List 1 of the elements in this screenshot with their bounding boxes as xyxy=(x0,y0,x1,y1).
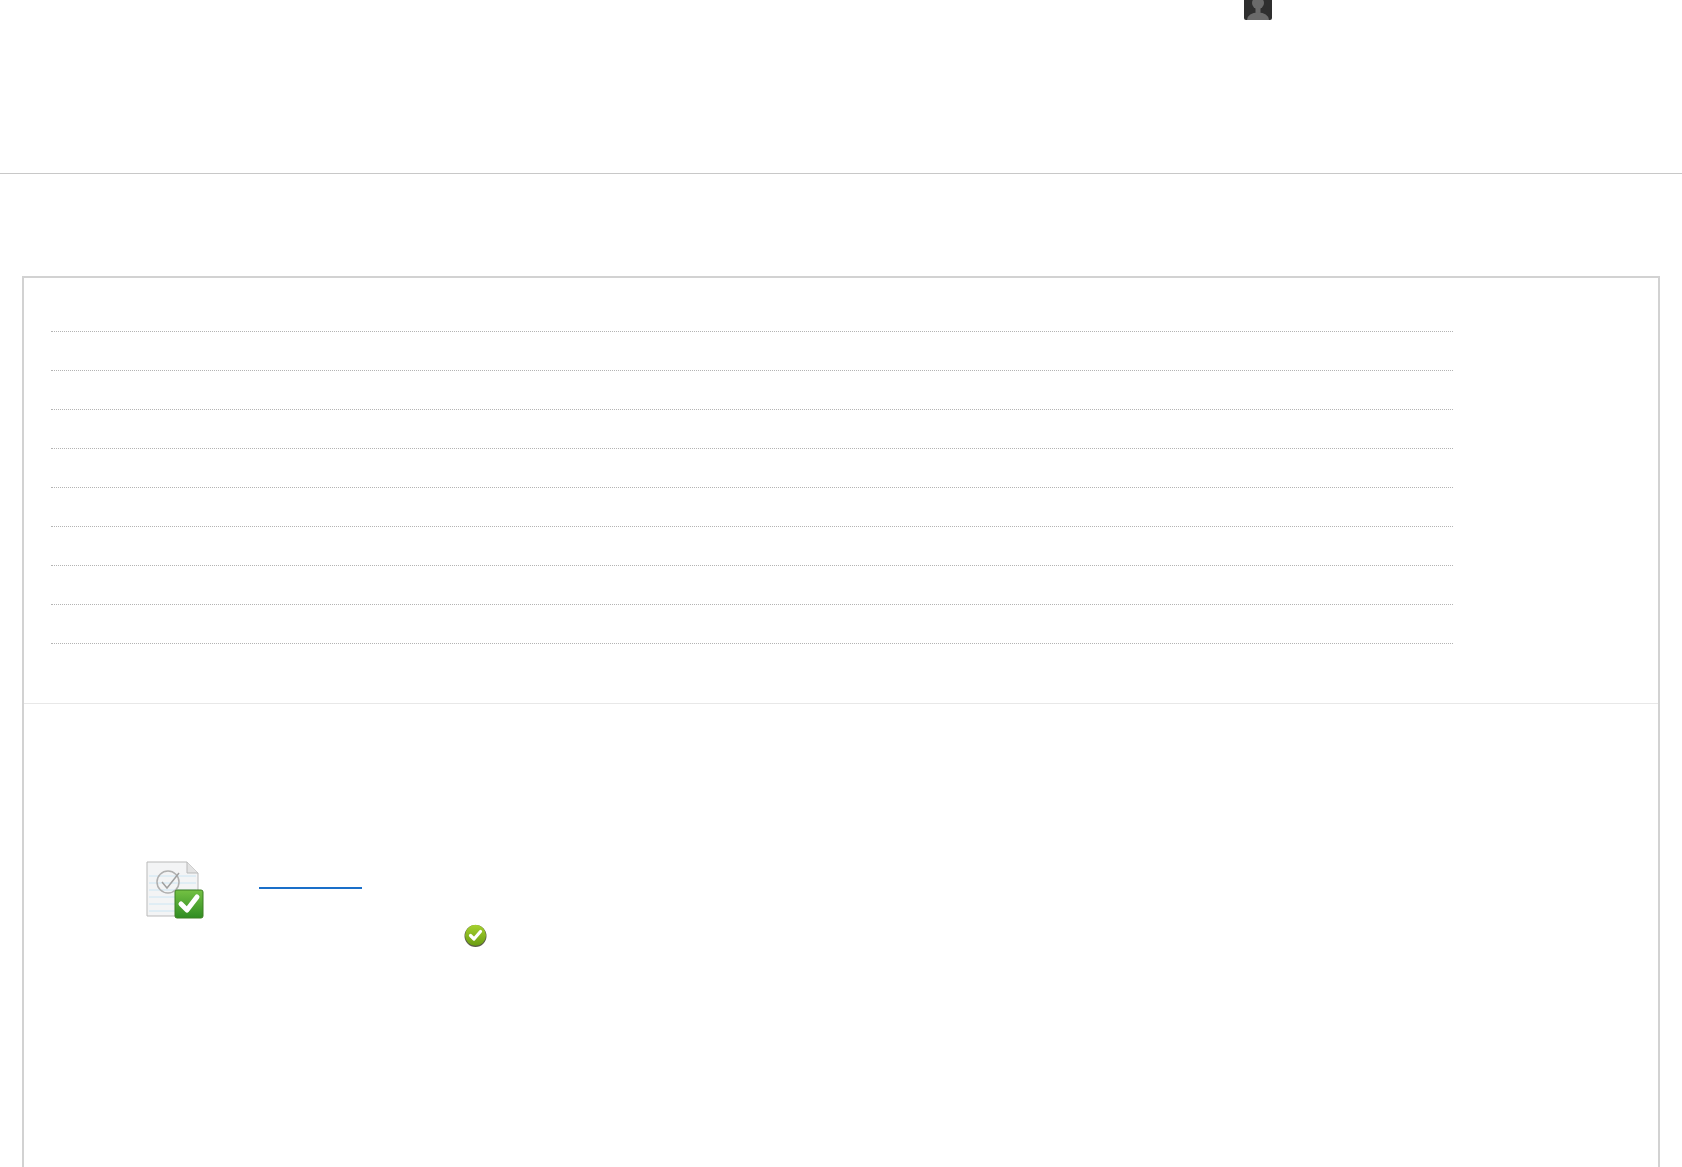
user-avatar-icon[interactable] xyxy=(1244,0,1272,20)
